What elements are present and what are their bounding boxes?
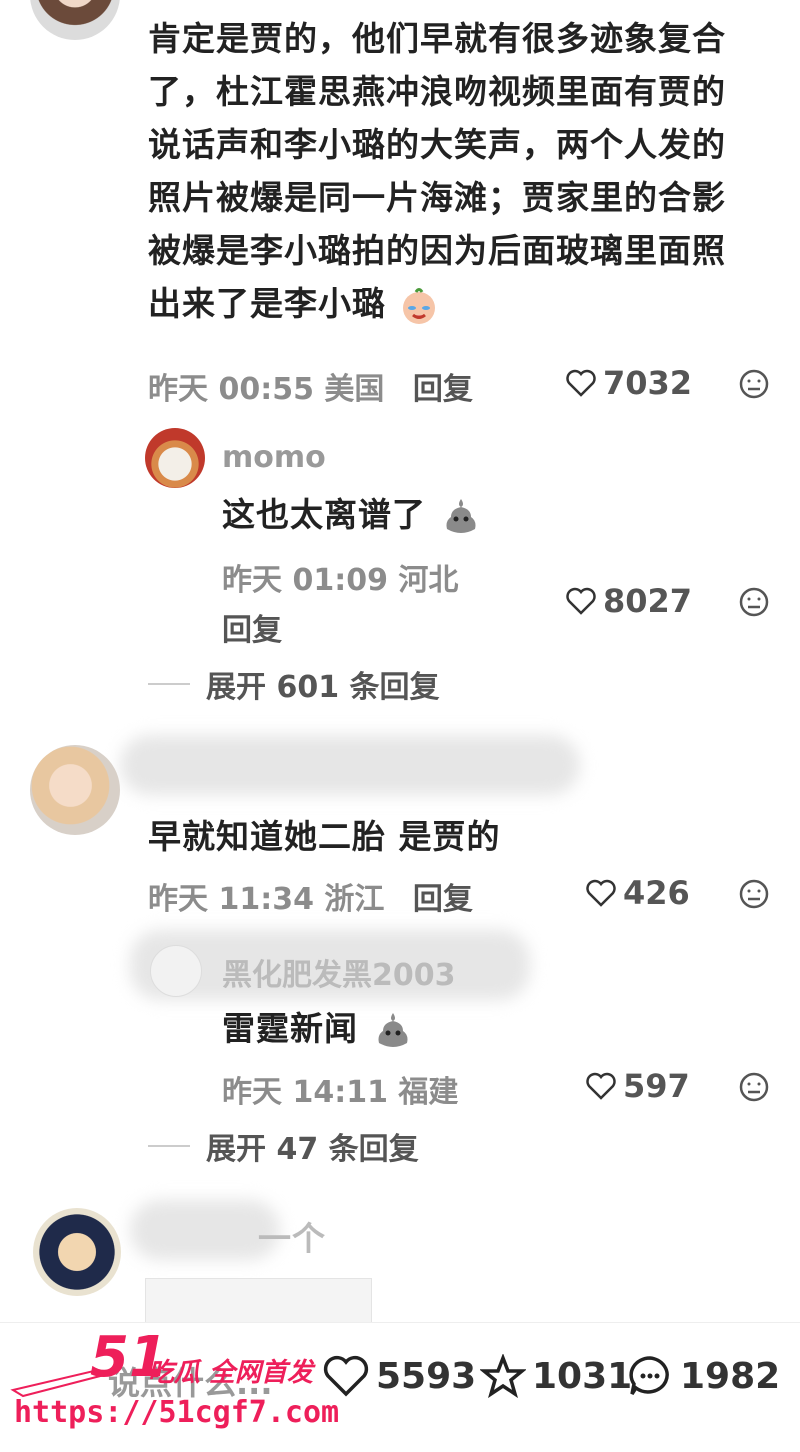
like-button[interactable]: 7032 [565,364,692,402]
heart-icon [566,587,596,615]
reply-button[interactable]: 回复 [413,372,473,407]
avatar[interactable] [145,428,205,488]
heart-icon [586,879,616,907]
comment-line: 出来了是李小璐 [148,284,386,323]
dislike-face-icon[interactable] [738,368,770,400]
heart-icon [566,369,596,397]
divider [148,1145,190,1147]
chat-bubble-icon [629,1356,669,1395]
blurred-username [120,735,580,795]
avatar[interactable] [150,945,202,997]
comment-text: 早就知道她二胎 是贾的 [148,817,501,856]
reply-username[interactable]: 黑化肥发黑2003 [222,950,456,994]
expand-replies-button[interactable]: 展开 601 条回复 [148,662,440,706]
comment-line: 肯定是贾的，他们早就有很多迹象复合 [148,19,726,58]
watermark-url: https://51cgf7.com [14,1395,340,1430]
heart-icon [323,1355,369,1397]
heart-icon [586,1072,616,1100]
comment-line: 照片被爆是同一片海滩；贾家里的合影 [148,178,726,217]
reply-text: 这也太离谱了 [222,495,426,534]
watermark-slogan: 吃瓜 全网首发 [148,1358,314,1388]
reply-text: 雷霆新闻 [222,1009,358,1048]
favorite-button[interactable]: 1031 [480,1354,632,1398]
reply-username[interactable]: momo [222,440,326,475]
avatar[interactable] [30,745,120,835]
comment-meta: 昨天 11:34 浙江 回复 [148,874,473,918]
reply-button[interactable]: 回复 [413,882,473,917]
divider [148,683,190,685]
sad-poop-icon [446,498,475,533]
reply-time: 昨天 14:11 福建 [222,1075,459,1110]
like-count: 426 [623,874,690,912]
reply-time: 昨天 01:09 河北 [222,563,459,598]
like-button[interactable]: 597 [585,1067,690,1105]
expand-replies-button[interactable]: 展开 47 条回复 [148,1124,419,1168]
dislike-face-icon[interactable] [738,878,770,910]
comment-total: 1982 [680,1355,781,1397]
like-count: 7032 [603,364,693,402]
dislike-face-icon[interactable] [738,1071,770,1103]
comment-line: 说话声和李小璐的大笑声，两个人发的 [148,125,726,164]
like-total: 5593 [376,1355,477,1397]
dislike-face-icon[interactable] [738,586,770,618]
star-icon [480,1354,526,1398]
crying-face-icon [402,287,435,324]
like-button[interactable]: 8027 [565,582,692,620]
comment-line: 被爆是李小璐拍的因为后面玻璃里面照 [148,231,726,270]
screenshot-thumbnail [145,1278,372,1324]
expand-label: 展开 47 条回复 [206,1132,419,1167]
comment-total-button[interactable]: 1982 [626,1354,780,1398]
favorite-total: 1031 [532,1355,633,1397]
comment-line: 了，杜江霍思燕冲浪吻视频里面有贾的 [148,72,726,111]
reply-button[interactable]: 回复 [222,605,282,649]
reply-text-row: 这也太离谱了 [222,488,483,541]
comment-time: 昨天 11:34 浙江 [148,882,385,917]
avatar[interactable] [33,1208,121,1296]
comment-text: 肯定是贾的，他们早就有很多迹象复合 了，杜江霍思燕冲浪吻视频里面有贾的 说话声和… [148,12,768,330]
like-count: 8027 [603,582,693,620]
sad-poop-icon [378,1012,407,1047]
like-total-button[interactable]: 5593 [322,1354,476,1398]
expand-label: 展开 601 条回复 [206,670,440,705]
like-button[interactable]: 426 [585,874,690,912]
comment-meta: 昨天 00:55 美国 回复 [148,364,473,408]
avatar[interactable] [30,0,120,40]
comment-line-last: 出来了是李小璐 [148,277,768,330]
comment-text: 一个 [258,1219,326,1258]
comment-time: 昨天 00:55 美国 [148,372,385,407]
reply-text-row: 雷霆新闻 [222,1002,415,1055]
like-count: 597 [623,1067,690,1105]
